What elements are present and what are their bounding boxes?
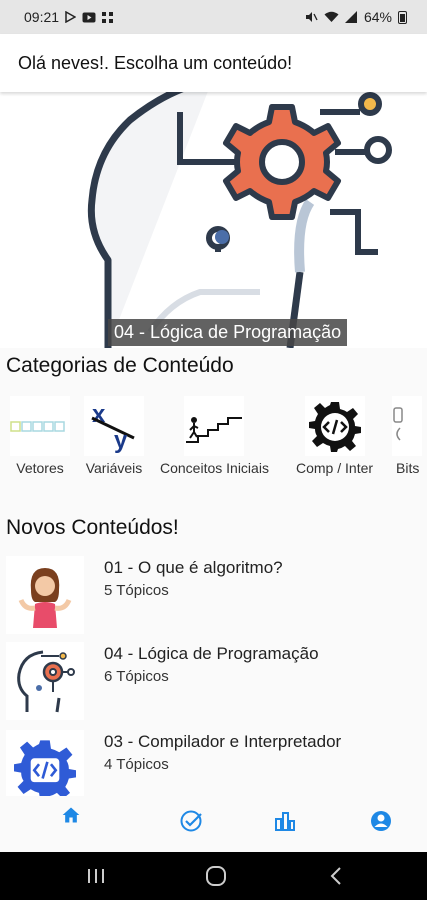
page-title: Olá neves!. Escolha um conteúdo! — [18, 52, 293, 73]
content-list-item[interactable]: 04 - Lógica de Programação 6 Tópicos — [0, 642, 427, 724]
check-circle-icon — [180, 810, 202, 832]
youtube-icon — [82, 12, 96, 22]
nav-profile[interactable] — [366, 806, 396, 836]
content-text: 01 - O que é algoritmo? 5 Tópicos — [104, 558, 283, 599]
xy-variables-icon: x y — [84, 396, 144, 456]
battery-percent: 64% — [363, 9, 392, 25]
content-topics: 6 Tópicos — [104, 668, 169, 685]
content-topics: 4 Tópicos — [104, 756, 169, 773]
content-text: 04 - Lógica de Programação 6 Tópicos — [104, 644, 319, 685]
content-text: 03 - Compilador e Interpretador 4 Tópico… — [104, 732, 341, 773]
status-left: 09:21 — [24, 9, 114, 25]
categories-title: Categorias de Conteúdo — [6, 354, 234, 377]
new-contents-title: Novos Conteúdos! — [6, 516, 179, 539]
category-label: Conceitos Iniciais — [160, 460, 269, 476]
categories-row[interactable]: Vetores x y Variáveis Conceitos Iniciais — [0, 396, 427, 482]
category-label: Vetores — [16, 460, 64, 476]
recent-apps-icon — [88, 869, 104, 883]
content-title: 04 - Lógica de Programação — [104, 644, 319, 663]
app-grid-icon — [102, 11, 114, 23]
status-bar: 09:21 64% — [0, 0, 427, 34]
head-gear-icon — [6, 642, 84, 720]
category-item-conceitos-iniciais[interactable]: Conceitos Iniciais — [160, 396, 269, 476]
content-title: 03 - Compilador e Interpretador — [104, 732, 342, 751]
array-boxes-icon — [10, 396, 70, 456]
code-gear-icon — [304, 396, 365, 456]
head-gear-circuit-illustration — [87, 92, 392, 348]
back-chevron-icon — [330, 867, 341, 885]
category-item-comp-inter[interactable]: Comp / Inter — [296, 396, 373, 476]
back-button[interactable] — [322, 862, 350, 890]
home-system-button[interactable] — [202, 862, 230, 890]
nav-stats[interactable] — [270, 806, 300, 836]
status-time: 09:21 — [24, 9, 60, 25]
svg-text:y: y — [114, 427, 128, 454]
category-label: Comp / Inter — [296, 460, 374, 476]
system-nav-bar — [0, 852, 427, 900]
stairs-climb-icon — [184, 396, 245, 456]
mute-icon — [305, 12, 318, 22]
hero-caption: 04 - Lógica de Programação — [108, 319, 348, 346]
category-item-vetores[interactable]: Vetores — [10, 396, 70, 476]
wifi-icon — [324, 11, 339, 22]
bits-icon — [392, 396, 422, 456]
nav-completed[interactable] — [176, 806, 206, 836]
recent-apps-button[interactable] — [82, 862, 110, 890]
category-item-variaveis[interactable]: x y Variáveis — [84, 396, 144, 476]
category-item-bits[interactable]: Bits — [392, 396, 422, 476]
account-icon — [371, 811, 391, 831]
battery-icon — [398, 10, 407, 24]
home-circle-icon — [206, 866, 226, 886]
signal-icon — [344, 11, 357, 23]
content-topics: 5 Tópicos — [104, 582, 169, 599]
category-label: Variáveis — [85, 460, 143, 476]
play-store-icon — [65, 11, 77, 23]
status-right: 64% — [305, 9, 407, 25]
app-header: Olá neves!. Escolha um conteúdo! — [0, 34, 427, 92]
bar-chart-icon — [275, 812, 295, 831]
woman-shrug-icon — [6, 556, 84, 634]
category-label: Bits — [396, 460, 420, 476]
content-list-item[interactable]: 01 - O que é algoritmo? 5 Tópicos — [0, 556, 427, 638]
bottom-nav — [0, 796, 427, 852]
content-title: 01 - O que é algoritmo? — [104, 558, 283, 577]
hero-banner[interactable]: 04 - Lógica de Programação — [0, 92, 427, 348]
nav-home[interactable] — [56, 800, 86, 830]
home-icon — [62, 807, 80, 823]
